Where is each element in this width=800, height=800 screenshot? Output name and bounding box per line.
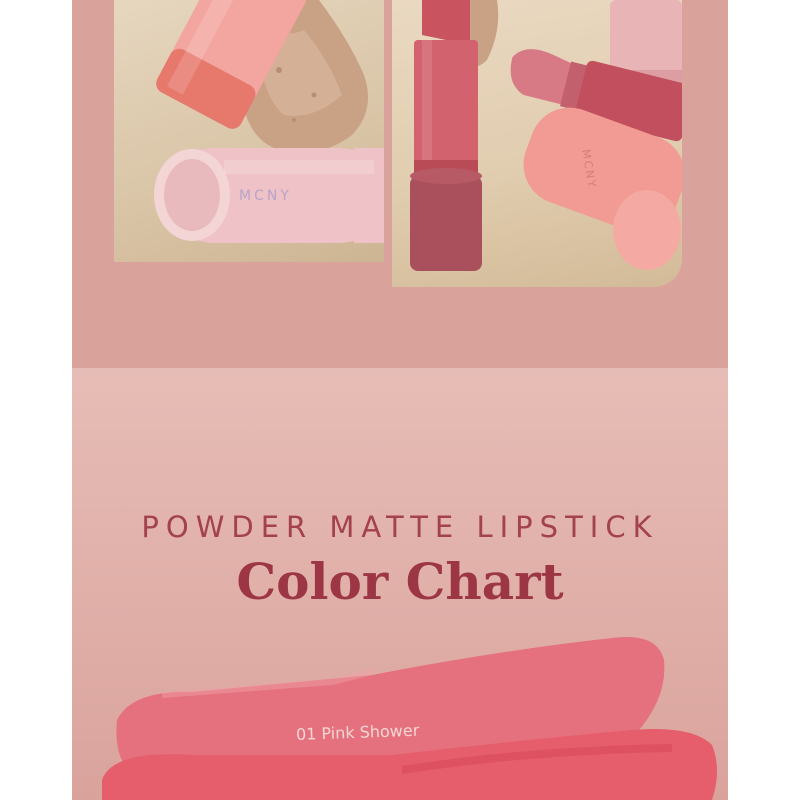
page-title: Color Chart: [236, 552, 564, 611]
swatch-strokes: [102, 636, 717, 800]
product-page: MCNY MCNY POWDER MATTE LIPSTICK Color Ch…: [72, 0, 728, 800]
lipstick-photo-right: MCNY: [392, 0, 682, 287]
rock-texture-dot: [311, 92, 317, 98]
lipstick-tube-lying: MCNY: [154, 148, 384, 243]
lipstick-photo-left: MCNY: [114, 0, 384, 262]
product-photo-band: MCNY MCNY: [72, 0, 728, 368]
product-subtitle: POWDER MATTE LIPSTICK: [141, 510, 659, 544]
lipstick-standing-open: [410, 0, 482, 271]
lipstick-photo-left-illustration: MCNY: [154, 0, 384, 243]
rock-texture-dot: [276, 67, 282, 73]
rock-texture-dot: [292, 118, 296, 122]
brand-logo: MCNY: [239, 188, 292, 204]
lipstick-photo-right-illustration: MCNY: [410, 0, 682, 271]
